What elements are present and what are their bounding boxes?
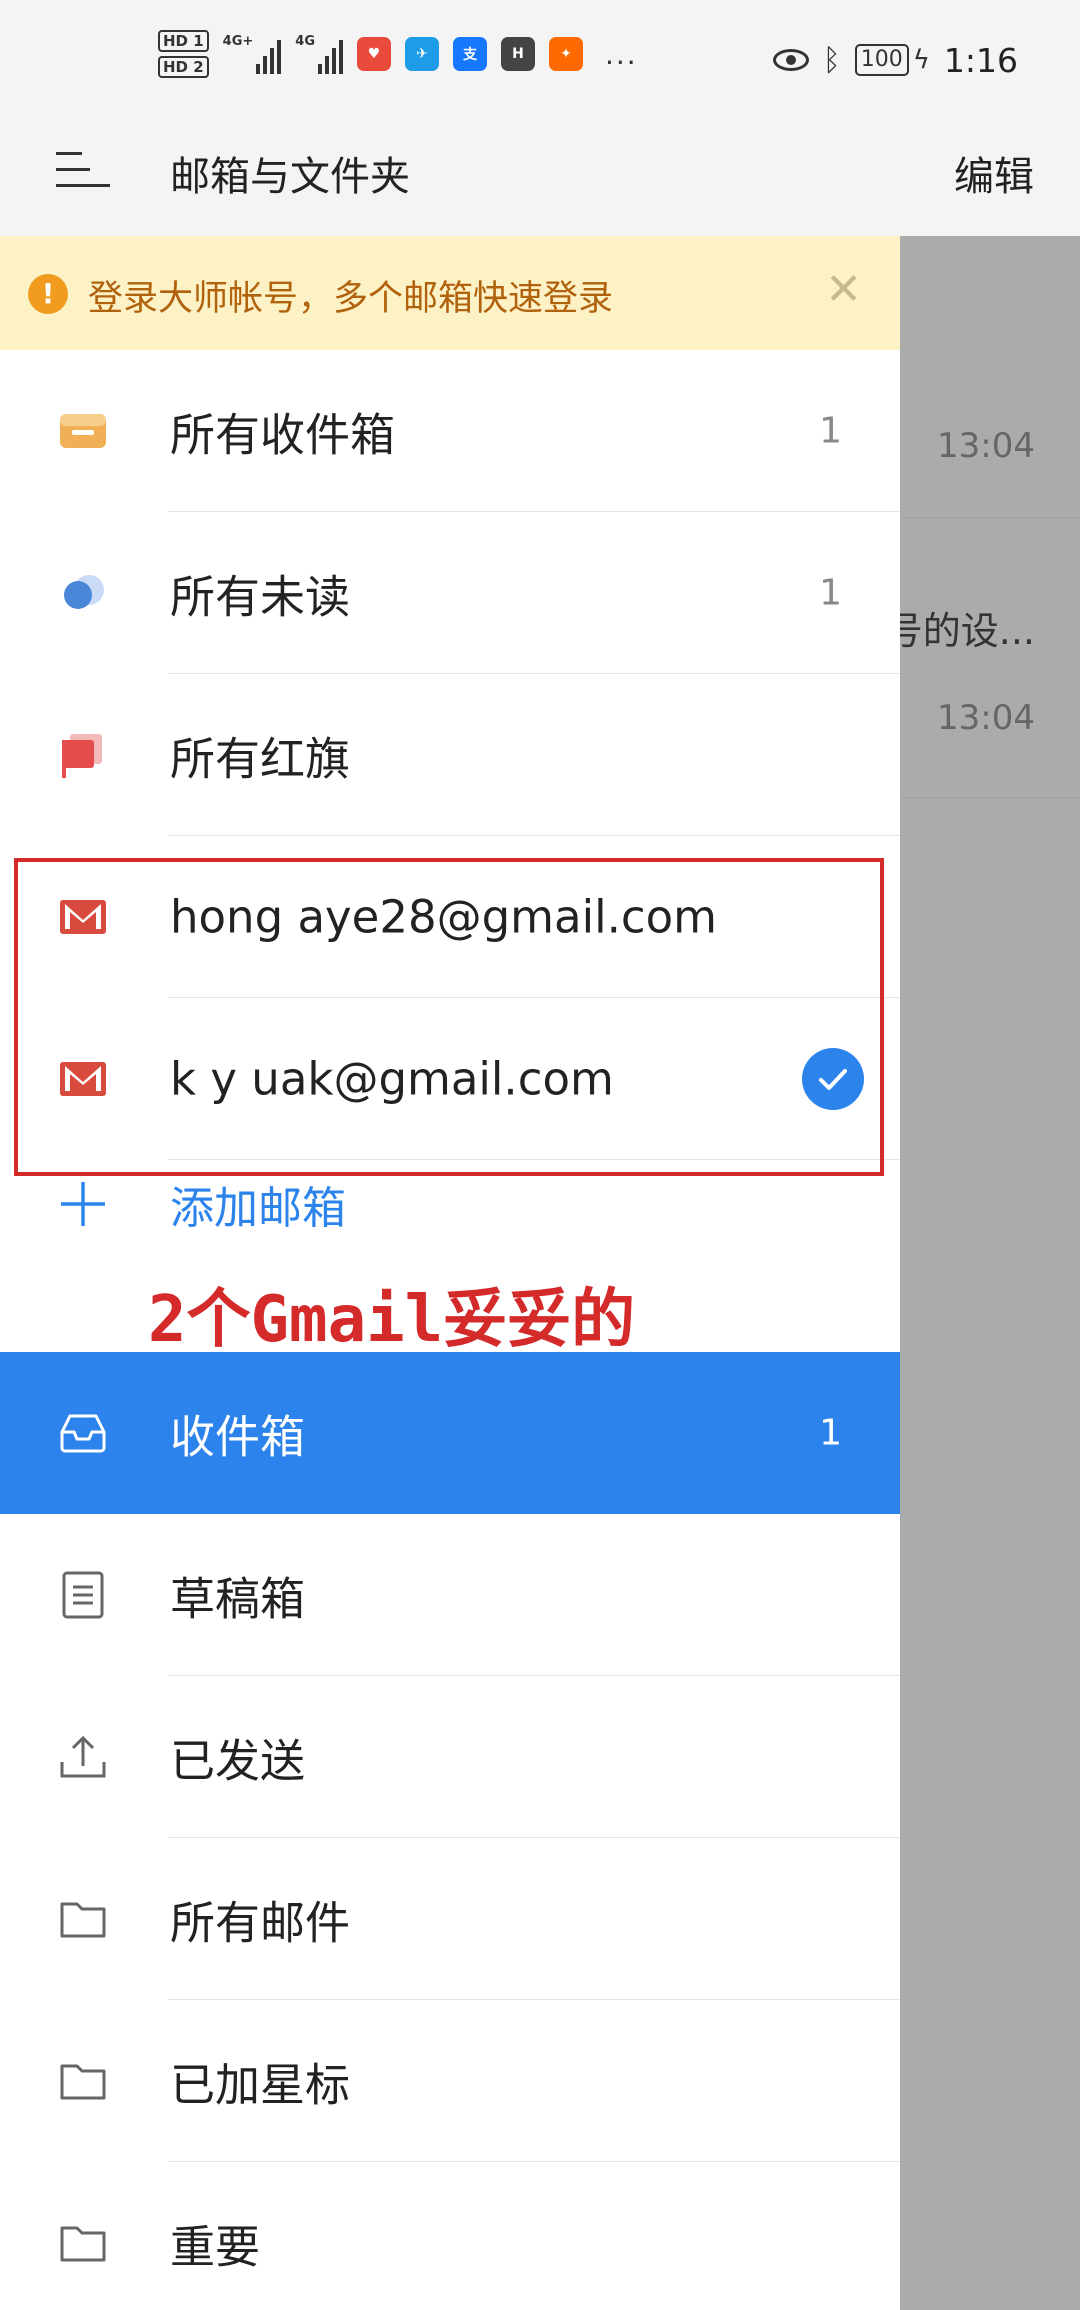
folder-all-mail[interactable]: 所有邮件 [0,1838,900,2000]
signal-1-icon: 4G+ [223,34,282,74]
folder-label: 重要 [170,2220,261,2274]
folder-icon [60,1902,106,1938]
inbox-tray-icon [60,414,106,448]
status-bar: HD 1 HD 2 4G+ 4G ♥ ✈ 支 H ✦ ... ᛒ 100 ϟ 1… [0,0,1080,102]
mail-snippet: 号的设... [900,609,1035,653]
folder-drafts[interactable]: 草稿箱 [0,1514,900,1676]
unread-count: 1 [819,410,842,452]
folder-label: 已发送 [170,1734,306,1788]
all-flagged-item[interactable]: 所有红旗 [0,674,900,836]
mail-time: 13:04 [937,426,1035,466]
login-banner[interactable]: ! 登录大师帐号，多个邮箱快速登录 ✕ [0,236,900,350]
status-right: ᛒ 100 ϟ 1:16 [772,36,1018,84]
folder-important[interactable]: 重要 [0,2162,900,2310]
sent-icon [60,1735,106,1778]
close-icon[interactable]: ✕ [825,264,862,315]
folder-label: 草稿箱 [170,1572,306,1626]
info-icon: ! [28,274,68,314]
folder-label: 已加星标 [170,2058,351,2112]
folder-label: 所有邮件 [170,1896,351,1950]
app-notification-icon: ✈ [405,37,439,71]
folder-icon [60,2064,106,2100]
app-notification-icon: ✦ [549,37,583,71]
add-mailbox-button[interactable]: 添加邮箱 [0,1160,900,1278]
folder-starred[interactable]: 已加星标 [0,2000,900,2162]
signal-1-label: 4G+ [222,34,254,49]
folder-sent[interactable]: 已发送 [0,1676,900,1838]
mail-time: 13:04 [937,698,1035,738]
battery-indicator: 100 [854,44,909,76]
signal-2-icon: 4G [295,34,343,74]
edit-button[interactable]: 编辑 [954,144,1034,202]
inbox-icon [60,1414,106,1453]
all-unread-item[interactable]: 所有未读 1 [0,512,900,674]
status-left: HD 1 HD 2 4G+ 4G ♥ ✈ 支 H ✦ ... [158,28,638,80]
all-inboxes-item[interactable]: 所有收件箱 1 [0,350,900,512]
annotation-box [14,858,884,1176]
dimmed-mail-list[interactable]: 13:04 号的设... 13:04 [900,236,1080,2310]
mail-list-item[interactable]: 13:04 [900,236,1080,518]
unread-count: 1 [819,572,842,614]
all-unread-label: 所有未读 [170,570,351,624]
app-notification-icon: ♥ [357,37,391,71]
red-flag-icon [62,734,102,778]
folder-icon [60,2226,106,2262]
folder-inbox[interactable]: 收件箱 1 [0,1352,900,1514]
menu-icon[interactable] [56,150,110,190]
signal-2-label: 4G [295,34,315,49]
eye-comfort-icon [772,49,809,71]
draft-icon [62,1571,104,1619]
hd1-badge: HD 1 [158,30,209,52]
mail-list-item[interactable]: 号的设... 13:04 [900,518,1080,798]
bluetooth-icon: ᛒ [822,42,841,78]
alipay-icon: 支 [453,37,487,71]
huawei-icon: H [501,37,535,71]
annotation-text: 2个Gmail妥妥的 [148,1283,636,1357]
more-notifications-icon: ... [605,37,638,71]
banner-text: 登录大师帐号，多个邮箱快速登录 [88,279,614,319]
all-inboxes-label: 所有收件箱 [170,408,396,462]
all-flagged-label: 所有红旗 [170,732,351,786]
plus-icon [61,1182,105,1226]
unread-dot-icon [64,575,104,609]
hd-badges: HD 1 HD 2 [158,30,209,78]
page-title: 邮箱与文件夹 [170,154,410,200]
charging-icon: ϟ [912,45,930,75]
app-toolbar: 邮箱与文件夹 编辑 [0,102,1080,236]
hd2-badge: HD 2 [158,56,209,78]
folder-label: 收件箱 [170,1410,306,1464]
add-mailbox-label: 添加邮箱 [170,1183,346,1234]
clock: 1:16 [943,40,1018,80]
unread-count: 1 [819,1412,842,1454]
